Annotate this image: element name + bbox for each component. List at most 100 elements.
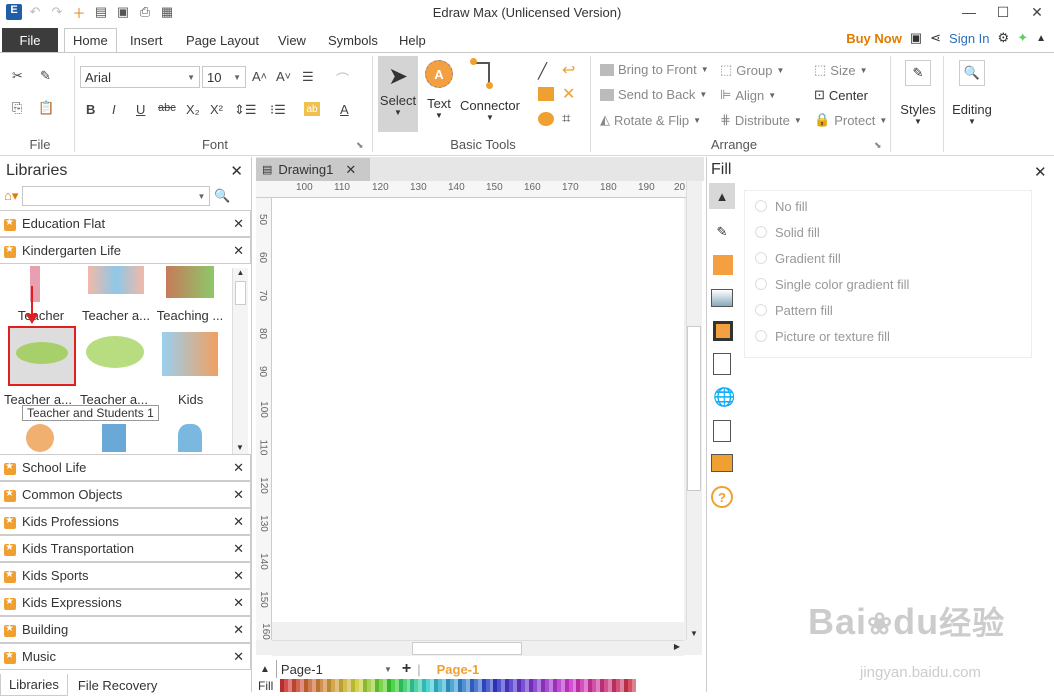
document-icon[interactable] <box>713 353 731 375</box>
library-section-kindergarten-life[interactable]: Kindergarten Life ✕ <box>0 237 251 264</box>
text-tool-button[interactable]: A Text ▼ <box>422 60 456 132</box>
copy-icon[interactable]: ⎘ <box>12 100 22 116</box>
connector-tool-button[interactable]: Connector ▼ <box>458 58 522 132</box>
solid-fill-option[interactable]: Solid fill <box>755 219 1021 245</box>
font-family-select[interactable]: Arial ▼ <box>80 66 200 88</box>
cross-tool-icon[interactable]: ✕ <box>562 84 575 104</box>
bold-icon[interactable]: B <box>86 102 95 117</box>
cart-icon[interactable]: ▣ <box>910 30 922 46</box>
boy-shape-icon[interactable] <box>102 424 126 452</box>
close-icon[interactable]: ✕ <box>345 162 356 178</box>
tab-help[interactable]: Help <box>391 28 434 53</box>
teaching-shape-icon[interactable] <box>166 266 214 298</box>
settings-icon[interactable]: ⚙ <box>998 30 1010 46</box>
girl-shape-icon[interactable] <box>26 424 54 452</box>
close-icon[interactable]: ✕ <box>233 595 244 611</box>
tab-libraries[interactable]: Libraries <box>0 674 68 696</box>
center-button[interactable]: ⊡ Center <box>814 87 868 103</box>
styles-button[interactable]: ✎ Styles ▼ <box>896 60 940 140</box>
close-icon[interactable]: ✕ <box>233 541 244 557</box>
crop-tool-icon[interactable]: ⌗ <box>562 110 570 127</box>
attachment-icon[interactable] <box>713 420 731 442</box>
color-swatch[interactable] <box>631 679 636 692</box>
scroll-up-icon[interactable]: ▲ <box>233 268 248 277</box>
library-search-input[interactable]: ▼ <box>22 186 211 206</box>
globe-icon[interactable]: 🌐 <box>713 387 735 408</box>
strikethrough-icon[interactable]: abc <box>158 102 176 114</box>
teacher-and-students-2-icon[interactable] <box>86 336 144 368</box>
scrollbar-thumb[interactable] <box>235 281 246 305</box>
teacher-and-kids-shape-icon[interactable] <box>88 266 144 294</box>
library-section-building[interactable]: Building ✕ <box>0 616 251 643</box>
close-icon[interactable]: ✕ <box>233 216 244 232</box>
close-icon[interactable]: ✕ <box>233 487 244 503</box>
align-icon[interactable]: ☰ <box>302 69 314 85</box>
line-spacing-icon[interactable]: ⇕☰ <box>234 102 257 118</box>
library-section-common-objects[interactable]: Common Objects ✕ <box>0 481 251 508</box>
home-icon[interactable]: ⌂▾ <box>4 188 18 204</box>
no-fill-option[interactable]: No fill <box>755 193 1021 219</box>
document-tab[interactable]: ▤ Drawing1 ✕ <box>256 158 370 181</box>
close-icon[interactable]: ✕ <box>233 622 244 638</box>
text-path-icon[interactable]: ⌒ <box>336 69 349 88</box>
tab-home[interactable]: Home <box>64 28 117 53</box>
tab-file-recovery[interactable]: File Recovery <box>68 674 167 696</box>
tab-view[interactable]: View <box>270 28 314 53</box>
select-tool-button[interactable]: ➤ Select ▼ <box>378 56 418 132</box>
scrollbar-thumb[interactable] <box>412 642 522 655</box>
buy-now-link[interactable]: Buy Now <box>846 31 902 46</box>
file-tab[interactable]: File <box>2 28 58 52</box>
maximize-icon[interactable]: ☐ <box>986 0 1020 24</box>
rectangle-tool-icon[interactable] <box>538 87 554 101</box>
group-button[interactable]: ⬚ Group ▼ <box>720 62 784 78</box>
pattern-fill-option[interactable]: Pattern fill <box>755 297 1021 323</box>
superscript-icon[interactable]: X² <box>210 102 223 117</box>
collapse-ribbon-icon[interactable]: ▲ <box>1036 33 1046 44</box>
search-icon[interactable]: 🔍 <box>214 188 230 204</box>
close-icon[interactable]: ✕ <box>1034 163 1047 181</box>
library-section-kids-expressions[interactable]: Kids Expressions ✕ <box>0 589 251 616</box>
fill-bucket-icon[interactable]: ▲ <box>709 183 735 209</box>
rotate-flip-button[interactable]: ◭ Rotate & Flip ▼ <box>600 112 701 128</box>
distribute-button[interactable]: ⋕ Distribute ▼ <box>720 112 802 128</box>
paste-icon[interactable]: 📋 <box>38 100 54 116</box>
gradient-fill-option[interactable]: Gradient fill <box>755 245 1021 271</box>
library-section-education-flat[interactable]: Education Flat ✕ <box>0 210 251 237</box>
collapse-icon[interactable]: ▲ <box>260 664 270 675</box>
dialog-launcher-icon[interactable]: ⬊ <box>874 140 882 151</box>
close-icon[interactable]: ✕ <box>1020 0 1054 24</box>
dialog-launcher-icon[interactable]: ⬊ <box>356 140 364 151</box>
sign-in-link[interactable]: Sign In <box>949 31 989 46</box>
text-highlight-icon[interactable]: ab <box>304 102 320 116</box>
editing-button[interactable]: 🔍 Editing ▼ <box>948 60 996 140</box>
color-palette[interactable] <box>280 679 636 692</box>
kids-shape-icon[interactable] <box>162 332 218 376</box>
page-tab[interactable]: Page-1 <box>437 662 480 677</box>
subscript-icon[interactable]: X₂ <box>186 102 200 117</box>
bullets-icon[interactable]: ⁝☰ <box>270 102 286 118</box>
picture-fill-option[interactable]: Picture or texture fill <box>755 323 1021 349</box>
add-page-icon[interactable]: + <box>402 660 411 678</box>
layer-icon[interactable] <box>713 321 733 341</box>
cut-icon[interactable]: ✂ <box>12 68 23 84</box>
increase-font-icon[interactable]: A ˄ <box>252 69 267 84</box>
shadow-icon[interactable] <box>713 255 733 275</box>
italic-icon[interactable]: I <box>112 102 116 117</box>
apps-icon[interactable]: ✦ <box>1017 30 1028 46</box>
library-section-kids-professions[interactable]: Kids Professions ✕ <box>0 508 251 535</box>
library-section-kids-transportation[interactable]: Kids Transportation ✕ <box>0 535 251 562</box>
page-select[interactable]: Page-1 ▼ <box>275 660 396 678</box>
library-section-kids-sports[interactable]: Kids Sports ✕ <box>0 562 251 589</box>
underline-icon[interactable]: U <box>136 102 145 117</box>
library-section-music[interactable]: Music ✕ <box>0 643 251 670</box>
canvas-horizontal-scrollbar[interactable]: ▶ <box>272 640 684 656</box>
arc-tool-icon[interactable]: ↩ <box>562 60 575 80</box>
girl-2-shape-icon[interactable] <box>178 424 202 452</box>
bring-to-front-button[interactable]: Bring to Front ▼ <box>600 62 709 77</box>
close-icon[interactable]: ✕ <box>233 514 244 530</box>
library-section-school-life[interactable]: School Life ✕ <box>0 454 251 481</box>
help-icon[interactable]: ? <box>711 486 733 508</box>
protect-button[interactable]: 🔒 Protect ▼ <box>814 112 887 128</box>
scroll-down-icon[interactable]: ▼ <box>687 629 701 638</box>
scroll-right-icon[interactable]: ▶ <box>674 642 680 651</box>
